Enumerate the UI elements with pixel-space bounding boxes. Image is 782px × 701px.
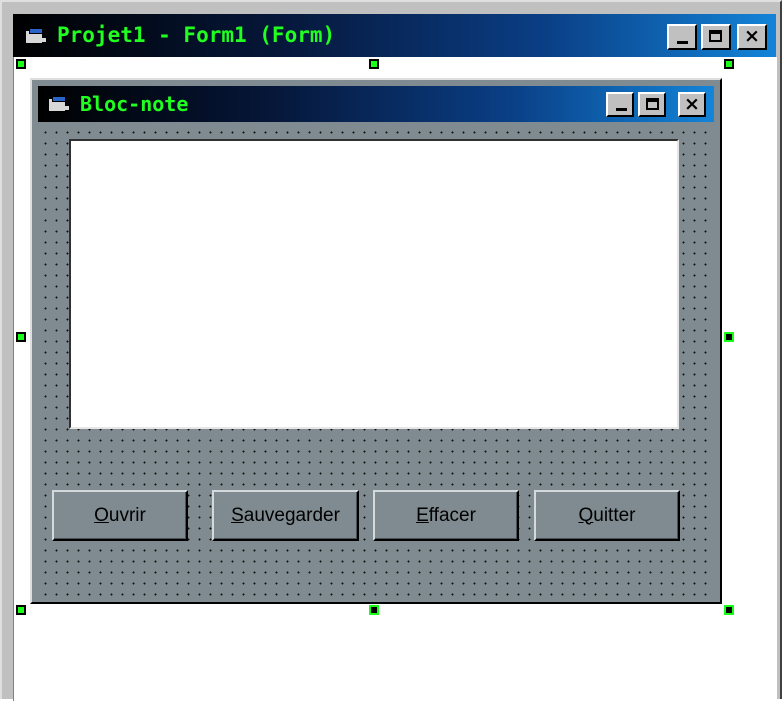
resize-handle-top[interactable] <box>369 59 379 69</box>
maximize-icon[interactable] <box>638 92 666 117</box>
open-button[interactable]: Ouvrir <box>52 490 188 541</box>
text-area[interactable] <box>69 139 679 429</box>
resize-handle-top-left[interactable] <box>16 59 26 69</box>
button-mnemonic: Q <box>578 504 594 526</box>
minimize-icon[interactable] <box>667 24 697 50</box>
close-icon[interactable]: × <box>737 24 767 50</box>
form-window-icon <box>48 96 70 112</box>
quit-button[interactable]: Quitter <box>534 490 680 541</box>
minimize-icon[interactable] <box>606 92 634 117</box>
resize-handle-top-right[interactable] <box>724 59 734 69</box>
button-mnemonic: O <box>94 504 109 526</box>
resize-handle-bottom[interactable] <box>369 605 379 615</box>
button-label: uitter <box>593 504 636 526</box>
save-button[interactable]: Sauvegarder <box>212 490 359 541</box>
maximize-icon[interactable] <box>701 24 731 50</box>
designer-title: Projet1 - Form1 (Form) <box>57 23 336 47</box>
resize-handle-bottom-right[interactable] <box>724 605 734 615</box>
button-label: ffacer <box>428 504 476 526</box>
resize-handle-bottom-left[interactable] <box>16 605 26 615</box>
close-icon[interactable]: × <box>678 92 706 117</box>
button-label: auvegarder <box>243 504 340 526</box>
button-mnemonic: S <box>231 504 244 526</box>
button-label: uvrir <box>108 504 146 526</box>
clear-button[interactable]: Effacer <box>373 490 519 541</box>
resize-handle-left[interactable] <box>16 332 26 342</box>
resize-handle-right[interactable] <box>724 332 734 342</box>
form-title-bar[interactable]: Bloc-note × <box>38 86 714 122</box>
form-window-icon <box>25 28 47 44</box>
button-mnemonic: E <box>416 504 429 526</box>
form-title: Bloc-note <box>80 92 189 116</box>
designer-title-bar[interactable]: Projet1 - Form1 (Form) × <box>13 14 776 57</box>
